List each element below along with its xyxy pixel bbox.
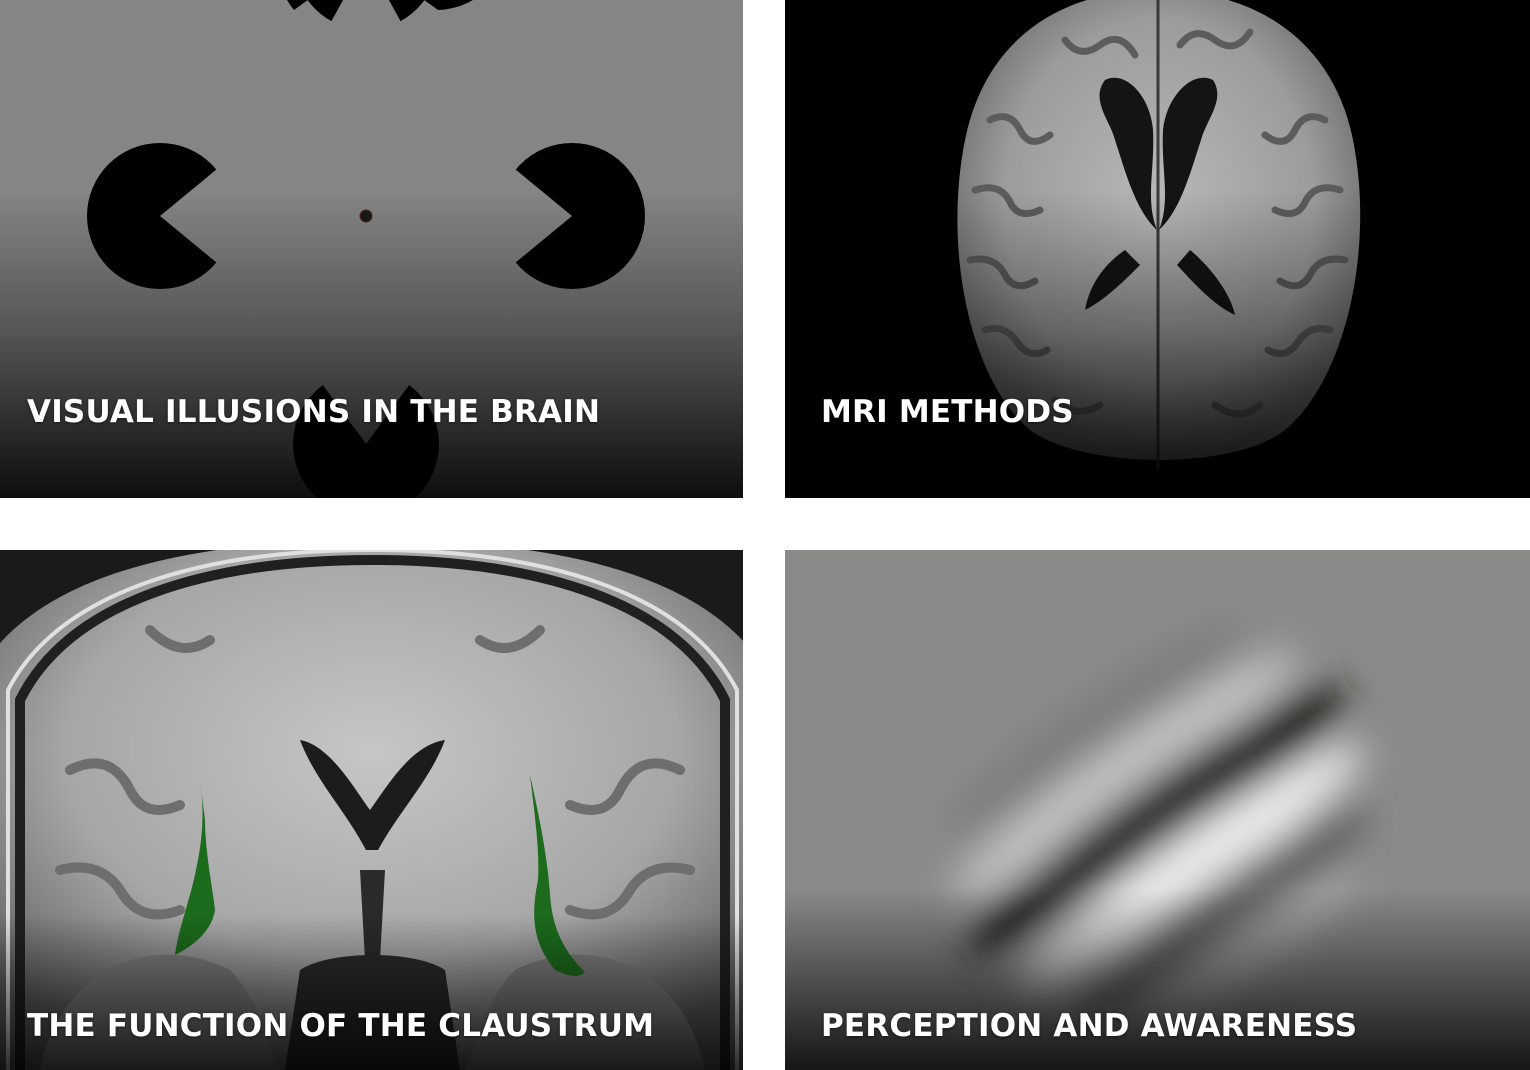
tile-mri-methods[interactable]: MRI METHODS [785,0,1530,498]
tile-title: THE FUNCTION OF THE CLAUSTRUM [27,1008,655,1044]
tile-title: MRI METHODS [821,394,1074,430]
gabor-patch-image [785,550,1530,1070]
tile-title: VISUAL ILLUSIONS IN THE BRAIN [27,394,601,430]
research-topics-grid: VISUAL ILLUSIONS IN THE BRAIN MRI METHOD… [0,0,1530,1070]
tile-claustrum[interactable]: THE FUNCTION OF THE CLAUSTRUM [0,550,743,1070]
tile-title: PERCEPTION AND AWARENESS [821,1008,1358,1044]
coronal-brain-mri-image [0,550,743,1070]
tile-perception-awareness[interactable]: PERCEPTION AND AWARENESS [785,550,1530,1070]
tile-visual-illusions[interactable]: VISUAL ILLUSIONS IN THE BRAIN [0,0,743,498]
